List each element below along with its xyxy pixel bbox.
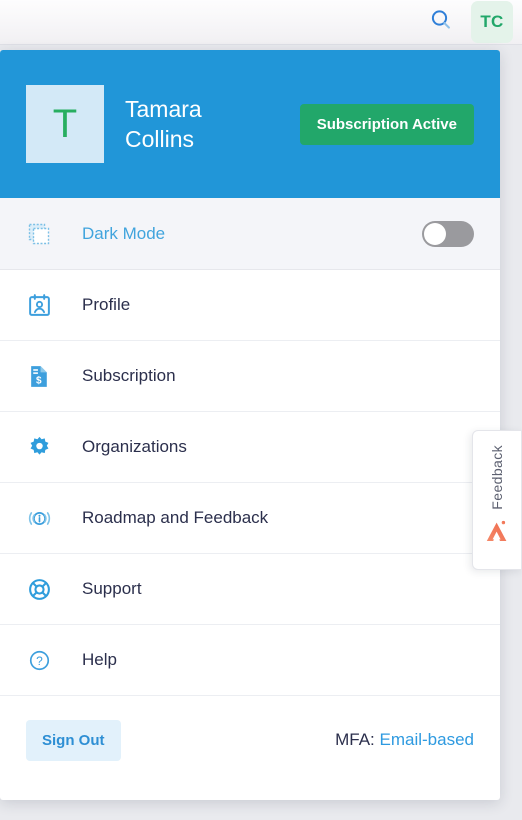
menu-item-label: Roadmap and Feedback [82, 508, 269, 527]
profile-name: Tamara Collins [125, 96, 202, 152]
mfa-value[interactable]: Email-based [380, 730, 475, 749]
announcement-info-icon [26, 506, 52, 531]
menu-item-subscription[interactable]: $ Subscription [0, 341, 500, 412]
sign-out-button[interactable]: Sign Out [26, 719, 121, 761]
top-app-bar: TC [0, 0, 522, 45]
mfa-status: MFA: Email-based [335, 730, 474, 750]
profile-header: T Tamara Collins Subscription Active [0, 50, 500, 198]
menu-item-support[interactable]: Support [0, 554, 500, 625]
feedback-tab-label: Feedback [489, 445, 505, 510]
question-circle-icon: ? [26, 648, 52, 673]
lifebuoy-icon [26, 577, 52, 602]
svg-text:$: $ [35, 375, 41, 386]
invoice-dollar-icon: $ [26, 364, 52, 389]
search-icon [429, 8, 453, 37]
menu-item-profile[interactable]: Profile [0, 270, 500, 341]
menu-item-help[interactable]: ? Help [0, 625, 500, 696]
feedback-tab[interactable]: Feedback [472, 430, 522, 570]
panel-footer: Sign Out MFA: Email-based [0, 696, 500, 784]
menu-item-organizations[interactable]: Organizations [0, 412, 500, 483]
status-badge[interactable]: Subscription Active [299, 103, 474, 145]
dark-mode-label: Dark Mode [82, 223, 166, 243]
marker-logo-icon [484, 520, 510, 549]
id-badge-icon [26, 293, 52, 318]
menu-item-label: Support [82, 579, 142, 598]
user-avatar-button[interactable]: TC [469, 0, 515, 44]
menu-item-label: Subscription [82, 366, 176, 385]
toggle-knob [424, 222, 446, 245]
gear-icon [26, 435, 52, 460]
menu-item-label: Profile [82, 295, 131, 314]
dark-mode-row[interactable]: Dark Mode [0, 198, 500, 270]
menu-item-roadmap-and-feedback[interactable]: Roadmap and Feedback [0, 483, 500, 554]
svg-text:?: ? [36, 654, 43, 668]
profile-avatar: T [26, 85, 104, 163]
account-menu-panel: T Tamara Collins Subscription Active Dar… [0, 50, 500, 800]
dark-mode-toggle[interactable] [422, 220, 474, 247]
avatar-initials: TC [471, 1, 513, 43]
broken-image-icon [26, 222, 52, 246]
menu-item-label: Organizations [82, 437, 187, 456]
mfa-label: MFA: [335, 730, 375, 749]
menu-item-label: Help [82, 650, 117, 669]
search-button[interactable] [413, 0, 469, 44]
